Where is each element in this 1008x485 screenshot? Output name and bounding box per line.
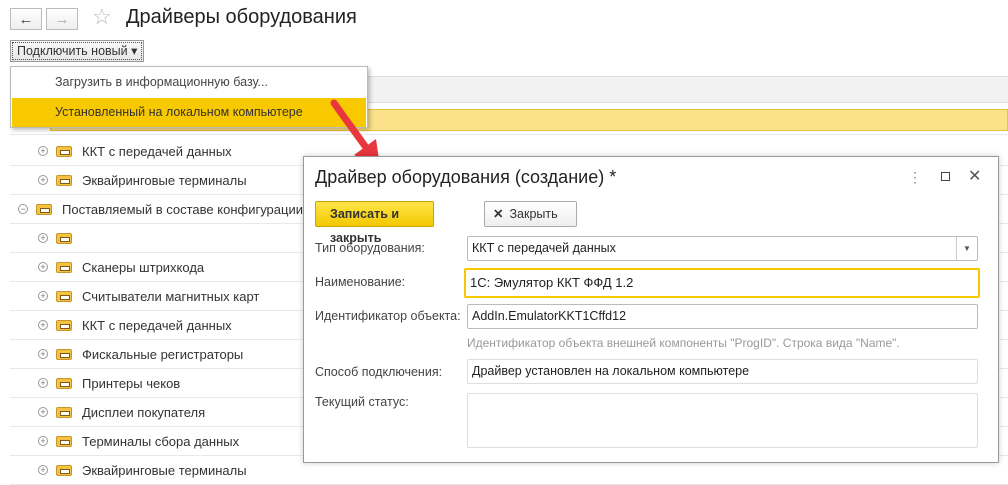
expand-icon[interactable]: + [38,465,48,475]
connection-label: Способ подключения: [315,365,443,379]
x-icon: ✕ [493,207,504,221]
folder-icon [56,464,72,476]
object-id-input[interactable]: AddIn.EmulatorKKT1Cffd12 [467,304,978,329]
expand-icon[interactable]: + [38,146,48,156]
tree-row-label: Терминалы сбора данных [82,433,240,449]
expand-icon[interactable]: + [38,378,48,388]
type-value: ККТ с передачей данных [472,241,616,255]
expand-icon[interactable]: + [38,320,48,330]
tree-row-label: Эквайринговые терминалы [82,462,247,478]
expand-icon[interactable]: + [38,291,48,301]
tree-row-label: Дисплеи покупателя [82,404,206,420]
tree-row-label: Сканеры штрихкода [82,259,205,275]
expand-icon[interactable]: + [38,436,48,446]
tree-row-label: Принтеры чеков [82,375,181,391]
close-label: Закрыть [509,207,558,221]
expand-icon[interactable]: + [38,233,48,243]
expand-icon[interactable]: + [38,175,48,185]
favorite-star-icon[interactable]: ☆ [92,4,112,30]
folder-icon [56,261,72,273]
name-input[interactable]: 1С: Эмулятор ККТ ФФД 1.2 [464,268,980,298]
connection-method-field: Драйвер установлен на локальном компьюте… [467,359,978,384]
name-label: Наименование: [315,275,406,289]
tree-row-label: Фискальные регистраторы [82,346,244,362]
close-icon[interactable]: ✕ [968,166,981,186]
tree-row-label: Эквайринговые терминалы [82,172,247,188]
close-button[interactable]: ✕ Закрыть [484,201,577,227]
folder-icon [56,348,72,360]
save-close-button[interactable]: Записать и закрыть [315,201,434,245]
menu-item-load-to-infobase[interactable]: Загрузить в информационную базу... [12,68,366,97]
maximize-icon[interactable] [941,172,950,181]
more-icon[interactable]: ⋮ [908,169,922,186]
type-label: Тип оборудования: [315,241,425,255]
folder-icon [56,377,72,389]
status-field [467,393,978,448]
collapse-icon[interactable]: − [18,204,28,214]
equipment-type-select[interactable]: ККТ с передачей данных ▼ [467,236,978,261]
back-button[interactable]: ← [10,8,42,30]
folder-icon [36,203,52,215]
folder-icon [56,406,72,418]
chevron-down-icon[interactable]: ▼ [956,237,977,260]
folder-icon [56,290,72,302]
expand-icon[interactable]: + [38,407,48,417]
page-title: Драйверы оборудования [126,6,357,28]
folder-icon [56,435,72,447]
id-label: Идентификатор объекта: [315,309,461,323]
connect-new-button[interactable]: Подключить новый ▾ [10,40,145,62]
folder-icon [56,174,72,186]
tree-row-label: Поставляемый в составе конфигурации [62,201,303,217]
connect-menu: Загрузить в информационную базу... Устан… [10,66,368,128]
tree-row-label: Считыватели магнитных карт [82,288,260,304]
menu-item-installed-locally[interactable]: Установленный на локальном компьютере [12,98,366,127]
folder-icon [56,145,72,157]
status-label: Текущий статус: [315,395,409,409]
folder-icon [56,319,72,331]
forward-button[interactable]: → [46,8,78,30]
tree-row-label: ККТ с передачей данных [82,143,232,159]
folder-icon [56,232,72,244]
expand-icon[interactable]: + [38,262,48,272]
dialog-title: Драйвер оборудования (создание) * [315,167,617,187]
tree-row-label: ККТ с передачей данных [82,317,232,333]
driver-dialog: Драйвер оборудования (создание) * ⋮ ✕ За… [303,156,999,463]
id-hint: Идентификатор объекта внешней компоненты… [467,336,900,350]
expand-icon[interactable]: + [38,349,48,359]
